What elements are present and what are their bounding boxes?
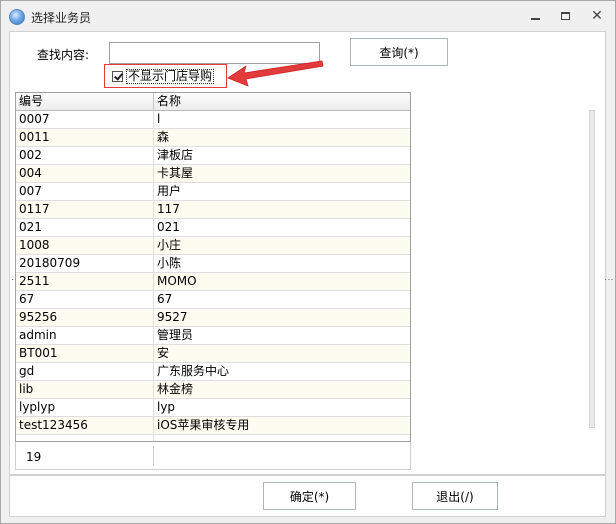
column-header-code[interactable]: 编号 [16,93,154,110]
table-row[interactable]: 0007 l [16,111,410,129]
table-row[interactable]: 002 津板店 [16,147,410,165]
cell-name: 117 [154,201,410,218]
cell-code: 67 [16,291,154,308]
cell-name: 小庄 [154,237,410,254]
cell-name: 森 [154,129,410,146]
hide-store-guides-checkbox[interactable]: 不显示门店导购 [104,64,227,88]
cell-code: 0011 [16,129,154,146]
cell-name: l [154,111,410,128]
close-icon: ✕ [591,8,603,24]
cell-code: 2511 [16,273,154,290]
cell-code: admin [16,327,154,344]
close-button[interactable]: ✕ [586,7,608,25]
cell-name: 9527 [154,309,410,326]
cell-code: test123456 [16,417,154,434]
maximize-button[interactable] [554,7,576,25]
cell-name [154,435,410,441]
cell-code [16,435,154,441]
splitter-grip-right[interactable]: ⋮ [603,275,613,284]
table-row[interactable]: test123456 iOS苹果审核专用 [16,417,410,435]
cell-name: 用户 [154,183,410,200]
red-arrow-icon [227,60,324,87]
table-row[interactable]: 2511 MOMO [16,273,410,291]
cell-code: 95256 [16,309,154,326]
cell-code: BT001 [16,345,154,362]
table-row[interactable]: gd 广东服务中心 [16,363,410,381]
cell-code: 007 [16,183,154,200]
cell-name: lyp [154,399,410,416]
table-row[interactable]: 0011 森 [16,129,410,147]
table-row[interactable]: 95256 9527 [16,309,410,327]
table-row[interactable]: 20180709 小陈 [16,255,410,273]
cell-name: MOMO [154,273,410,290]
salesperson-grid: 编号 名称 0007 l 0011 森 002 津板店 004 卡其屋 007 用户 0117 117… [15,92,411,442]
cell-code: 0117 [16,201,154,218]
search-label: 查找内容: [37,48,90,62]
title-bar: 选择业务员 ✕ [1,1,615,31]
query-button[interactable]: 查询(*) [350,38,448,66]
table-row[interactable]: 007 用户 [16,183,410,201]
cell-name: 021 [154,219,410,236]
table-row[interactable]: 67 67 [16,291,410,309]
grid-header: 编号 名称 [16,93,410,111]
cell-code: 0007 [16,111,154,128]
cell-name: 管理员 [154,327,410,344]
table-row[interactable]: lyplyp lyp [16,399,410,417]
cell-name: 安 [154,345,410,362]
table-row[interactable]: 1008 小庄 [16,237,410,255]
grid-footer: 19 [15,442,411,470]
cell-code: 20180709 [16,255,154,272]
table-row[interactable] [16,435,410,441]
exit-button[interactable]: 退出(/) [412,482,498,510]
cell-code: 021 [16,219,154,236]
cell-code: lyplyp [16,399,154,416]
record-count: 19 [26,450,42,464]
minimize-icon [530,18,540,20]
cell-name: 津板店 [154,147,410,164]
cell-code: lib [16,381,154,398]
table-row[interactable]: lib 林金榜 [16,381,410,399]
table-row[interactable]: BT001 安 [16,345,410,363]
footer-divider [153,446,154,466]
checkbox-box[interactable] [112,70,123,82]
cell-code: gd [16,363,154,380]
cell-name: 广东服务中心 [154,363,410,380]
cell-code: 002 [16,147,154,164]
maximize-icon [560,12,570,20]
grid-body: 0007 l 0011 森 002 津板店 004 卡其屋 007 用户 0117 117 021 021… [16,111,410,441]
cell-name: 林金榜 [154,381,410,398]
ok-button[interactable]: 确定(*) [263,482,356,510]
cell-code: 004 [16,165,154,182]
table-row[interactable]: 004 卡其屋 [16,165,410,183]
vertical-scrollbar[interactable] [589,110,595,428]
table-row[interactable]: 021 021 [16,219,410,237]
cell-name: 卡其屋 [154,165,410,182]
window-title: 选择业务员 [31,11,92,25]
cell-code: 1008 [16,237,154,254]
checkbox-label: 不显示门店导购 [126,68,215,84]
table-row[interactable]: admin 管理员 [16,327,410,345]
cell-name: 67 [154,291,410,308]
column-header-name[interactable]: 名称 [154,93,410,110]
globe-icon [9,9,25,25]
cell-name: iOS苹果审核专用 [154,417,410,434]
table-row[interactable]: 0117 117 [16,201,410,219]
minimize-button[interactable] [524,7,546,25]
cell-name: 小陈 [154,255,410,272]
